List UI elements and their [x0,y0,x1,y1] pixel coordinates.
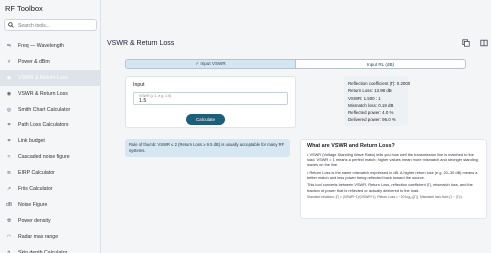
info-title: What are VSWR and Return Loss? [307,143,395,149]
input-section-label: Input [133,82,145,88]
sidebar-item-eirp-calculator[interactable]: ≋ EIRP Calculator [0,165,101,181]
info-card: What are VSWR and Return Loss? • VSWR (V… [300,139,487,219]
results-card: Reflection coefficient |Γ|: 0.2000 Retur… [344,76,411,126]
info-footnote: Standard relations: |Γ| = (VSWR−1)/(VSWR… [307,195,463,200]
sidebar-item-smith-chart-calculator[interactable]: ◎ Smith Chart Calculator [0,102,101,118]
info-paragraph: This tool converts between VSWR, Return … [307,182,473,193]
result-mismatch: Mismatch loss: 0.18 dB [348,102,394,108]
main-panel: VSWR & Return Loss ✓ Input VSWR Input RL… [102,0,491,253]
result-vswr: VSWR: 1.500 : 1 [348,95,381,101]
result-return-loss: Return Loss: 13.98 dB [348,88,392,94]
sidebar-item-label: Power & dBm [18,58,50,65]
search-input[interactable] [18,21,94,30]
sidebar-item-power-dbm[interactable]: ⚡ Power & dBm [0,54,101,70]
sidebar-item-icon: ≋ [6,170,12,177]
vswr-field-value[interactable]: 1.5 [139,98,146,104]
sidebar-item-label: Skin depth Calculator [18,249,68,253]
search-icon [8,22,14,28]
sidebar-item-skin-depth-calculator[interactable]: ↯ Skin depth Calculator [0,245,101,253]
sidebar-item-label: Smith Chart Calculator [18,106,71,113]
sidebar-item-label: EIRP Calculator [18,170,55,177]
sidebar-item-label: Cascaded noise figure [18,154,70,161]
sidebar-item-label: Noise Figure [18,201,48,208]
sidebar-item-label: Power density [18,217,51,224]
sidebar-item-label: Radar max range [18,233,59,240]
sidebar-item-icon: dB [5,201,13,208]
sidebar-item-icon: ◉ [6,90,12,97]
sidebar-item-vswr-return-loss[interactable]: ◉ VSWR & Return Loss [0,86,101,102]
info-bullet: • VSWR (Voltage Standing Wave Ratio) tel… [307,152,478,168]
sidebar-item-freq-wavelength[interactable]: ⇋ Freq — Wavelength [0,38,101,54]
book-icon[interactable] [480,39,488,47]
sidebar-item-power-density[interactable]: ☢ Power density [0,213,101,229]
sidebar-item-icon: ⇋ [6,42,12,49]
page-title: VSWR & Return Loss [107,40,175,47]
sidebar-item-label: Freq — Wavelength [18,42,64,49]
result-reflected: Reflected power: 4.0 % [348,110,394,116]
sidebar-item-path-loss-calculators[interactable]: ⌗ Path Loss Calculators [0,117,101,133]
sidebar-item-label: Path Loss Calculators [18,122,69,129]
vswr-field[interactable]: VSWR (≥ 1, e.g. 1.5) 1.5 [133,92,288,105]
sidebar-item-radar-max-range[interactable]: ◠ Radar max range [0,229,101,245]
tab-input-vswr[interactable]: ✓ Input VSWR [126,60,296,68]
sidebar-item-label: VSWR & Return Loss [18,90,68,97]
input-card: Input VSWR (≥ 1, e.g. 1.5) 1.5 Calculate [125,76,296,128]
sidebar-item-icon: ⌗ [7,138,11,145]
sidebar-item-icon: ≈ [7,154,11,161]
sidebar-item-icon: ◉ [6,74,12,81]
search-box[interactable] [4,19,97,31]
sidebar-item-icon: ↗ [6,185,12,192]
sidebar-item-vswr-return-loss[interactable]: ◉ VSWR & Return Loss [0,69,101,86]
sidebar-item-label: Friis Calculator [18,185,53,192]
sidebar-nav: ⇋ Freq — Wavelength ⚡ Power & dBm ◉ VSWR & Re… [0,38,101,253]
info-bullet: • Return Loss is the same mismatch expre… [307,169,478,180]
sidebar-item-icon: ◎ [6,106,12,113]
sidebar-item-icon: ◠ [6,233,12,240]
app-title: RF Toolbox [5,4,43,13]
sidebar-item-icon: ⌗ [7,122,11,129]
result-reflection: Reflection coefficient |Γ|: 0.2000 [348,81,411,86]
sidebar-item-icon: ↯ [6,249,12,253]
result-delivered: Delivered power: 96.0 % [348,117,396,123]
vswr-field-placeholder: VSWR (≥ 1, e.g. 1.5) [139,93,172,98]
sidebar-item-label: Link budget [18,138,45,145]
tip-card: Rule of thumb: VSWR ≤ 2 (Return Loss ≥ 9… [125,139,290,157]
sidebar-item-noise-figure[interactable]: dB Noise Figure [0,197,101,213]
sidebar-item-icon: ⚡ [7,58,11,65]
copy-icon[interactable] [462,39,470,47]
sidebar-item-friis-calculator[interactable]: ↗ Friis Calculator [0,181,101,197]
sidebar-item-link-budget[interactable]: ⌗ Link budget [0,133,101,149]
sidebar-item-icon: ☢ [6,217,12,224]
info-list: • VSWR (Voltage Standing Wave Ratio) tel… [307,152,481,180]
tab-input-rl[interactable]: Input RL (dB) [296,60,465,68]
sidebar-item-label: VSWR & Return Loss [18,74,68,81]
calculate-button[interactable]: Calculate [186,114,225,125]
mode-tabs: ✓ Input VSWR Input RL (dB) [125,59,466,69]
sidebar: RF Toolbox ⇋ Freq — Wavelength ⚡ Power & dB… [0,0,101,253]
sidebar-item-cascaded-noise-figure[interactable]: ≈ Cascaded noise figure [0,149,101,165]
